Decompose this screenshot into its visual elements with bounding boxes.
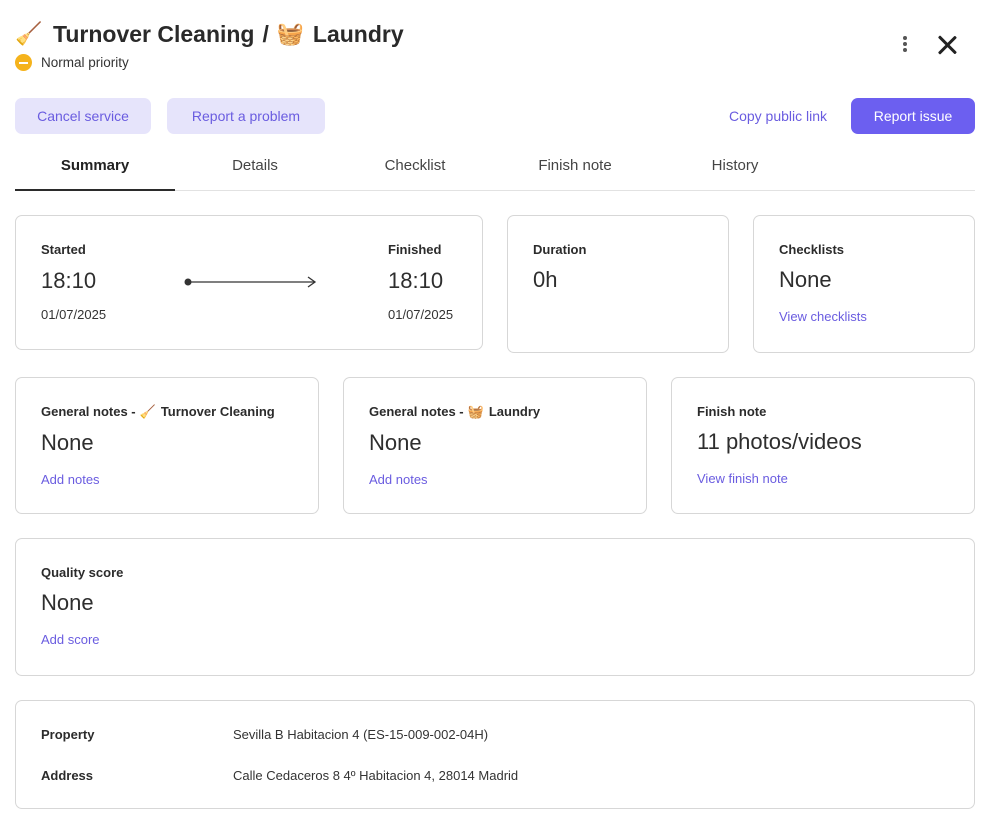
- finished-label: Finished: [388, 242, 442, 257]
- report-problem-button[interactable]: Report a problem: [167, 98, 325, 134]
- general-notes-value: None: [41, 430, 94, 455]
- cancel-service-button[interactable]: Cancel service: [15, 98, 151, 134]
- copy-public-link[interactable]: Copy public link: [716, 98, 840, 134]
- address-value: Calle Cedaceros 8 4º Habitacion 4, 28014…: [233, 768, 519, 783]
- basket-icon: 🧺: [467, 404, 484, 419]
- service-name-cleaning: Turnover Cleaning: [53, 20, 255, 47]
- started-time: 18:10: [41, 268, 97, 293]
- general-notes-label: General notes -: [41, 404, 136, 419]
- finish-note-card: Finish note 11 photos/videos View finish…: [671, 377, 975, 514]
- arrow-right-icon: [184, 276, 317, 288]
- general-notes-service: Laundry: [488, 404, 541, 419]
- general-notes-service: Turnover Cleaning: [160, 404, 275, 419]
- duration-label: Duration: [533, 242, 587, 257]
- general-notes-laundry-card: General notes - 🧺 Laundry None Add notes: [343, 377, 647, 514]
- checklists-value: None: [779, 267, 832, 292]
- broom-icon: 🧹: [139, 404, 156, 419]
- started-block: Started 18:10 01/07/2025: [41, 242, 106, 322]
- checklists-card: Checklists None View checklists: [753, 215, 975, 353]
- finish-note-value: 11 photos/videos: [697, 429, 862, 454]
- checklists-label: Checklists: [779, 242, 845, 257]
- quality-score-value: None: [41, 590, 94, 615]
- time-card: Started 18:10 01/07/2025 Finished 18:10 …: [15, 215, 483, 350]
- general-notes-label: General notes -: [369, 404, 464, 419]
- service-name-laundry: Laundry: [312, 20, 404, 47]
- general-notes-cleaning-card: General notes - 🧹 Turnover Cleaning None A…: [15, 377, 319, 514]
- property-card: Property Sevilla B Habitacion 4 (ES-15-0…: [15, 700, 975, 809]
- quality-score-label: Quality score: [41, 565, 124, 580]
- property-label: Property: [41, 727, 95, 742]
- general-notes-value: None: [369, 430, 422, 455]
- started-date: 01/07/2025: [41, 307, 107, 322]
- view-checklists-link[interactable]: View checklists: [779, 309, 867, 324]
- finished-block: Finished 18:10 01/07/2025: [388, 242, 453, 322]
- finish-note-label: Finish note: [697, 404, 767, 419]
- report-issue-button[interactable]: Report issue: [851, 98, 975, 134]
- more-options-icon[interactable]: [897, 34, 913, 58]
- general-notes-heading: General notes - 🧹 Turnover Cleaning: [41, 404, 308, 420]
- finished-date: 01/07/2025: [388, 307, 454, 322]
- tab-history[interactable]: History: [655, 140, 815, 190]
- add-score-link[interactable]: Add score: [41, 632, 100, 647]
- broom-icon: 🧹: [15, 21, 43, 46]
- finished-time: 18:10: [388, 268, 444, 293]
- quality-score-card: Quality score None Add score: [15, 538, 975, 676]
- tab-bar: Summary Details Checklist Finish note Hi…: [15, 140, 975, 191]
- view-finish-note-link[interactable]: View finish note: [697, 471, 788, 486]
- priority-minus-icon: [15, 54, 32, 71]
- add-notes-link[interactable]: Add notes: [41, 472, 100, 487]
- address-label: Address: [41, 768, 94, 783]
- tab-checklist[interactable]: Checklist: [335, 140, 495, 190]
- title-separator: /: [262, 20, 269, 47]
- duration-value: 0h: [533, 267, 558, 292]
- page-title: 🧹 Turnover Cleaning / 🧺 Laundry: [15, 18, 975, 50]
- tab-details[interactable]: Details: [175, 140, 335, 190]
- page-header: 🧹 Turnover Cleaning / 🧺 Laundry Normal p…: [15, 18, 975, 78]
- priority-label: Normal priority: [41, 55, 129, 70]
- basket-icon: 🧺: [276, 21, 305, 46]
- general-notes-heading: General notes - 🧺 Laundry: [369, 404, 636, 420]
- address-row: Address Calle Cedaceros 8 4º Habitacion …: [41, 768, 518, 783]
- tab-finish-note[interactable]: Finish note: [495, 140, 655, 190]
- tab-summary[interactable]: Summary: [15, 140, 175, 191]
- started-label: Started: [41, 242, 86, 257]
- duration-card: Duration 0h: [507, 215, 729, 353]
- add-notes-link[interactable]: Add notes: [369, 472, 428, 487]
- property-value: Sevilla B Habitacion 4 (ES-15-009-002-04…: [233, 727, 489, 742]
- property-row: Property Sevilla B Habitacion 4 (ES-15-0…: [41, 727, 488, 742]
- priority-indicator: Normal priority: [15, 54, 975, 71]
- close-icon[interactable]: [932, 30, 962, 60]
